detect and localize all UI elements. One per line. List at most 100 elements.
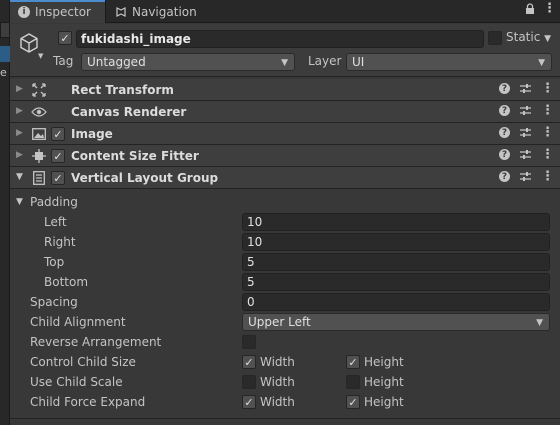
component-name: Image [71,127,113,141]
info-icon: i [18,5,30,18]
fold-arrow-icon[interactable]: ▶ [16,128,23,138]
control-size-width-toggle[interactable]: ✓ [242,355,256,369]
component-rect-transform[interactable]: ▶ Rect Transform ? ⋮ [10,79,560,101]
width-label: Width [260,395,295,409]
spacing-row: Spacing 0 [10,292,560,312]
hierarchy-selected-row[interactable] [0,46,10,62]
component-menu-icon[interactable]: ⋮ [541,170,554,183]
padding-bottom-field[interactable]: 5 [242,273,550,291]
component-image[interactable]: ▶ ✓ Image ? ⋮ [10,123,560,145]
component-name: Content Size Fitter [71,149,199,163]
width-label: Width [260,375,295,389]
rect-transform-icon [31,82,47,98]
fold-arrow-icon[interactable]: ▶ [16,150,23,160]
width-label: Width [260,355,295,369]
layer-value: UI [352,55,365,69]
fold-arrow-icon[interactable]: ▶ [16,106,23,116]
help-icon[interactable]: ? [499,127,510,138]
force-expand-width-toggle[interactable]: ✓ [242,395,256,409]
padding-right-row: Right 10 [10,232,560,252]
use-scale-width-toggle[interactable] [242,375,256,389]
tab-inspector[interactable]: i Inspector [10,0,106,23]
hierarchy-panel-edge: e [0,0,10,425]
use-child-scale-row: Use Child Scale Width Height [10,372,560,392]
layer-dropdown[interactable]: UI ▼ [346,53,552,71]
padding-left-label: Left [44,215,67,229]
static-dropdown[interactable]: Static ▼ [506,30,551,44]
control-child-size-row: Control Child Size ✓ Width ✓ Height [10,352,560,372]
presets-icon[interactable] [520,105,531,116]
presets-icon[interactable] [520,171,531,182]
use-scale-height-toggle[interactable] [346,375,360,389]
padding-label: Padding [30,195,78,209]
child-alignment-value: Upper Left [248,315,311,329]
hierarchy-truncated-text: e [0,66,7,79]
presets-icon[interactable] [520,127,531,138]
tag-dropdown[interactable]: Untagged ▼ [81,53,295,71]
tab-navigation-label: Navigation [132,4,197,19]
spacing-field[interactable]: 0 [242,293,550,311]
reverse-arrangement-toggle[interactable] [242,335,256,349]
gameobject-name-field[interactable]: fukidashi_image [76,30,484,48]
component-menu-icon[interactable]: ⋮ [541,82,554,95]
child-alignment-row: Child Alignment Upper Left ▼ [10,312,560,332]
fold-arrow-expanded-icon[interactable]: ▼ [16,172,23,182]
component-enabled-toggle[interactable]: ✓ [51,149,65,163]
spacing-label: Spacing [30,295,78,309]
image-icon [31,126,47,142]
component-canvas-renderer[interactable]: ▶ Canvas Renderer ? ⋮ [10,101,560,123]
component-name: Vertical Layout Group [71,171,219,185]
tab-inspector-label: Inspector [35,4,91,19]
gameobject-header: ▼ ✓ fukidashi_image Static ▼ Tag Untagge… [10,24,560,77]
height-label: Height [364,355,404,369]
vertical-layout-group-body: ▼ Padding Left 10 Right 10 Top 5 Bottom … [10,190,560,415]
tab-menu-icon[interactable]: ⋮ [543,2,556,18]
layer-label: Layer [308,54,342,68]
padding-left-field[interactable]: 10 [242,213,550,231]
height-label: Height [364,395,404,409]
component-menu-icon[interactable]: ⋮ [541,104,554,117]
gameobject-cube-icon[interactable] [18,32,40,54]
tag-value: Untagged [87,55,146,69]
inspector-window: i Inspector Navigation ⋮ ▼ ✓ fukidashi_i… [10,0,560,425]
tab-navigation[interactable]: Navigation [107,0,205,23]
component-menu-icon[interactable]: ⋮ [541,126,554,139]
padding-left-row: Left 10 [10,212,560,232]
help-icon[interactable]: ? [499,171,510,182]
icon-dropdown-caret-icon[interactable]: ▼ [38,52,43,60]
reverse-arrangement-label: Reverse Arrangement [30,335,162,349]
active-toggle[interactable]: ✓ [58,31,72,45]
padding-top-field[interactable]: 5 [242,253,550,271]
presets-icon[interactable] [520,149,531,160]
static-toggle[interactable] [488,31,502,45]
presets-icon[interactable] [520,83,531,94]
content-size-fitter-icon [31,148,47,164]
lock-icon[interactable] [525,3,535,18]
force-expand-height-toggle[interactable]: ✓ [346,395,360,409]
padding-right-field[interactable]: 10 [242,233,550,251]
static-caret-icon: ▼ [544,34,552,44]
use-child-scale-label: Use Child Scale [30,375,123,389]
chevron-down-icon: ▼ [536,318,543,328]
component-content-size-fitter[interactable]: ▶ ✓ Content Size Fitter ? ⋮ [10,145,560,167]
control-size-height-toggle[interactable]: ✓ [346,355,360,369]
padding-foldout[interactable]: ▼ Padding [10,192,560,212]
padding-fold-arrow-icon[interactable]: ▼ [16,197,23,207]
component-vertical-layout-group[interactable]: ▼ ✓ Vertical Layout Group ? ⋮ [10,167,560,189]
hierarchy-edge-tab[interactable] [0,22,10,38]
fold-arrow-icon[interactable]: ▶ [16,84,23,94]
chevron-down-icon: ▼ [281,58,288,68]
reverse-arrangement-row: Reverse Arrangement [10,332,560,352]
padding-right-label: Right [44,235,76,249]
component-menu-icon[interactable]: ⋮ [541,148,554,161]
child-force-expand-row: Child Force Expand ✓ Width ✓ Height [10,392,560,412]
help-icon[interactable]: ? [499,149,510,160]
help-icon[interactable]: ? [499,83,510,94]
section-divider [10,418,560,419]
child-alignment-label: Child Alignment [30,315,126,329]
child-alignment-dropdown[interactable]: Upper Left ▼ [242,313,550,331]
component-enabled-toggle[interactable]: ✓ [51,127,65,141]
component-enabled-toggle[interactable]: ✓ [51,171,65,185]
help-icon[interactable]: ? [499,105,510,116]
height-label: Height [364,375,404,389]
